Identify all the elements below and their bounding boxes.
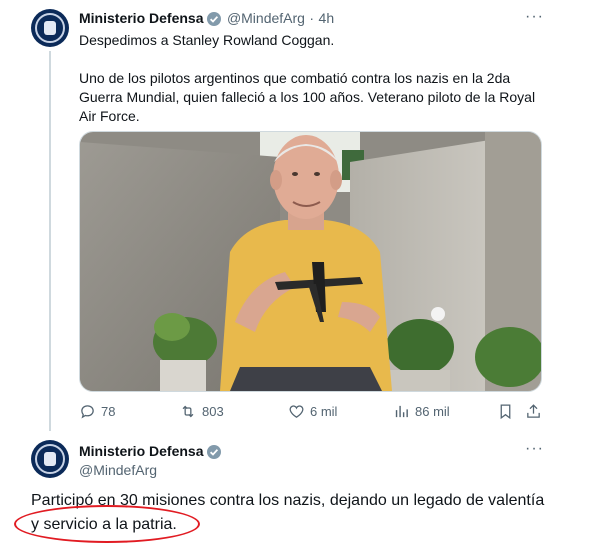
tweet-text-line1: Despedimos a Stanley Rowland Coggan.	[79, 32, 335, 48]
author-handle[interactable]: @MindefArg	[79, 462, 222, 478]
tweet-text-paragraph2: Uno de los pilotos argentinos que combat…	[79, 70, 536, 124]
tweet-header: Ministerio Defensa @MindefArg · 4h	[79, 9, 334, 27]
avatar-emblem	[44, 21, 56, 35]
author-handle[interactable]: @MindefArg	[227, 10, 305, 26]
views-count: 86 mil	[415, 403, 450, 419]
more-icon[interactable]: ···	[525, 8, 544, 26]
share-icon	[527, 403, 540, 418]
reply-icon	[81, 404, 94, 419]
avatar-emblem	[44, 452, 56, 466]
author-name[interactable]: Ministerio Defensa	[79, 10, 203, 26]
like-icon	[289, 404, 304, 418]
dot-separator: ·	[309, 10, 315, 26]
thread-connector-line	[49, 51, 51, 431]
like-count: 6 mil	[310, 403, 338, 419]
avatar[interactable]	[31, 440, 69, 478]
reply-button[interactable]: 78	[79, 401, 115, 421]
tweet-time[interactable]: 4h	[319, 10, 335, 26]
avatar[interactable]	[31, 9, 69, 47]
bookmark-button[interactable]	[497, 401, 519, 421]
red-annotation-ellipse	[14, 505, 200, 543]
views-button[interactable]: 86 mil	[393, 401, 450, 421]
repost-icon	[182, 405, 194, 417]
views-icon	[395, 405, 408, 417]
tweet-header: Ministerio Defensa @MindefArg	[79, 442, 222, 478]
author-name[interactable]: Ministerio Defensa	[79, 443, 203, 459]
tweet-photo[interactable]	[79, 131, 542, 392]
bookmark-icon	[500, 403, 511, 419]
repost-button[interactable]: 803	[179, 401, 224, 421]
verified-badge-icon	[207, 444, 222, 459]
share-button[interactable]	[525, 401, 547, 421]
verified-badge-icon	[207, 11, 222, 26]
tweet-actions: 78 803 6 mil 86 mil	[79, 401, 541, 421]
photo-illustration	[80, 132, 541, 391]
reply-count: 78	[101, 403, 116, 419]
repost-count: 803	[202, 403, 224, 419]
like-button[interactable]: 6 mil	[288, 401, 337, 421]
more-icon[interactable]: ···	[525, 440, 544, 458]
tweet-text: Despedimos a Stanley Rowland Coggan. Uno…	[79, 31, 539, 126]
